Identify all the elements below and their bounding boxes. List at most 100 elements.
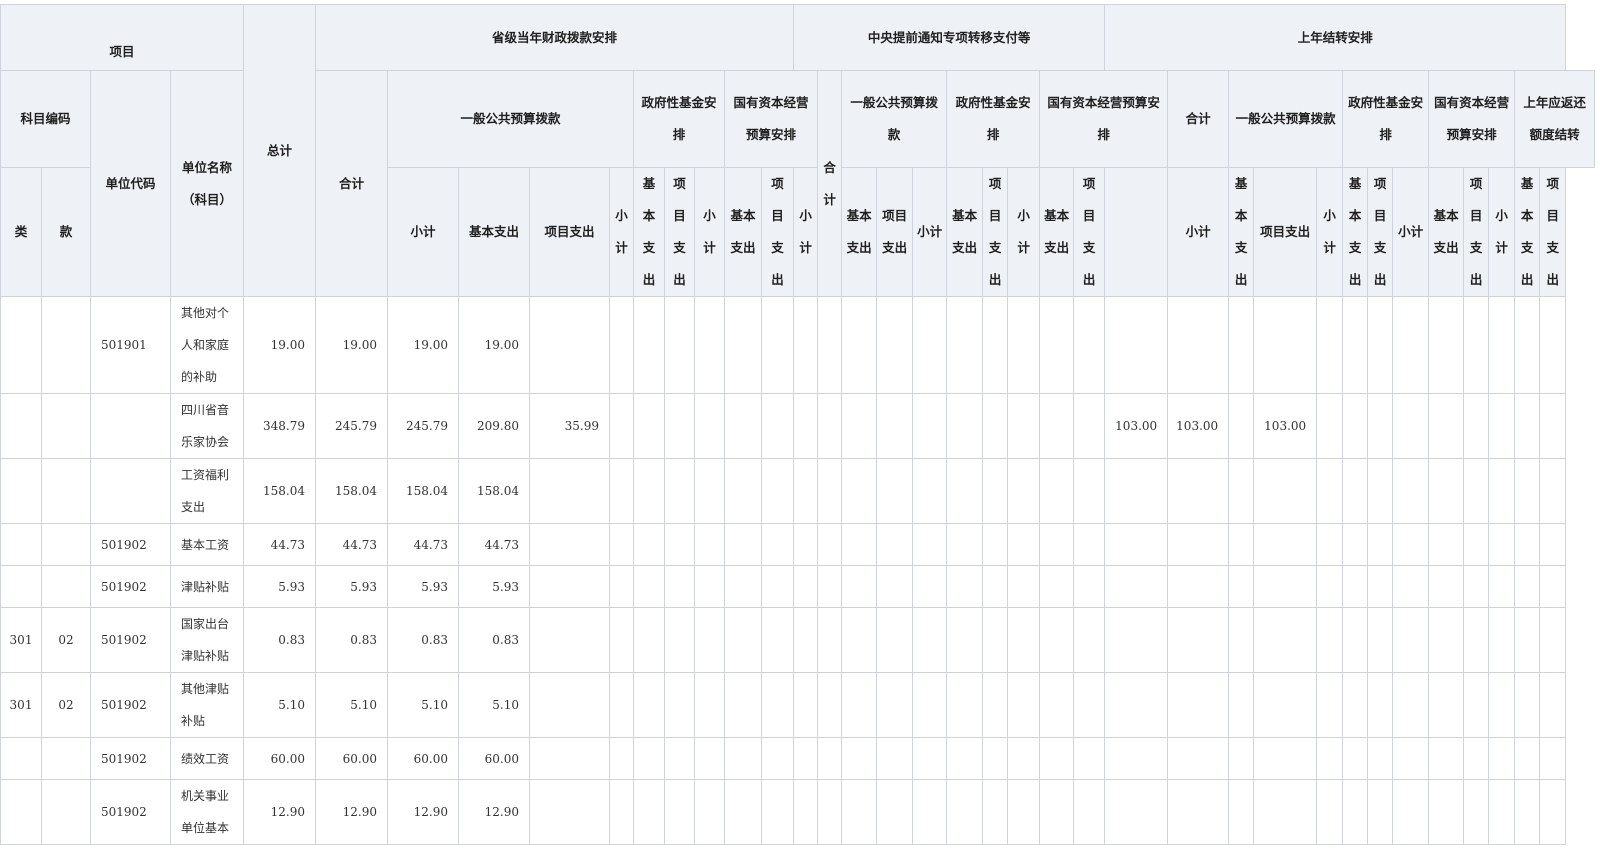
- empty-cell: [793, 458, 819, 524]
- empty-cell: [1488, 779, 1516, 845]
- central-gf-basic-header: 基本支出: [946, 167, 984, 297]
- empty-cell: [1463, 737, 1490, 780]
- empty-cell: [1488, 458, 1516, 524]
- empty-cell: [1539, 458, 1567, 524]
- unit-name-cell: 津贴补贴: [169, 565, 245, 608]
- empty-cell: [817, 779, 843, 845]
- empty-cell: [1073, 565, 1106, 608]
- provincial-heji-header: 合计: [315, 70, 389, 297]
- empty-cell: [1488, 672, 1516, 738]
- heji-cell: 60.00: [315, 737, 389, 780]
- empty-cell: [1514, 672, 1541, 738]
- empty-cell: [1428, 672, 1465, 738]
- heji-cell: 245.79: [315, 393, 389, 459]
- empty-cell: [1514, 779, 1541, 845]
- empty-cell: [841, 737, 878, 780]
- empty-cell: [1007, 458, 1041, 524]
- empty-cell: [1392, 458, 1430, 524]
- empty-cell: [1392, 672, 1430, 738]
- empty-cell: [982, 296, 1009, 394]
- empty-cell: [1514, 523, 1541, 566]
- carryover-basic-cell: [1228, 779, 1255, 845]
- central-gp-basic-header: 基本支出: [841, 167, 878, 297]
- item-cell: 02: [41, 672, 91, 738]
- empty-cell: [1073, 296, 1106, 394]
- empty-cell: [694, 296, 726, 394]
- empty-cell: [664, 607, 696, 673]
- empty-cell: [1039, 523, 1075, 566]
- empty-cell: [1342, 393, 1369, 459]
- empty-cell: [946, 737, 984, 780]
- empty-cell: [1514, 737, 1541, 780]
- carryover-subtotal-cell: [1167, 779, 1230, 845]
- carryover-gp-subtotal-header: 小计: [1167, 167, 1230, 297]
- empty-cell: [1073, 737, 1106, 780]
- item-cell: [41, 779, 91, 845]
- item-cell: 02: [41, 607, 91, 673]
- empty-cell: [1428, 565, 1465, 608]
- provincial-group-header: 省级当年财政拨款安排: [315, 4, 795, 71]
- empty-cell: [633, 737, 666, 780]
- carryover-basic-cell: [1228, 296, 1255, 394]
- empty-cell: [1539, 737, 1567, 780]
- heji-cell: 44.73: [315, 523, 389, 566]
- unit-name-header: 单位名称（科目）: [169, 70, 245, 297]
- empty-cell: [1539, 523, 1567, 566]
- empty-cell: [1392, 607, 1430, 673]
- carryover-project-cell: [1253, 779, 1318, 845]
- heji-cell: 5.93: [315, 565, 389, 608]
- empty-cell: [1316, 565, 1344, 608]
- empty-cell: [1488, 393, 1516, 459]
- empty-cell: [946, 607, 984, 673]
- empty-cell: [982, 393, 1009, 459]
- empty-cell: [664, 393, 696, 459]
- empty-cell: [1073, 458, 1106, 524]
- empty-cell: [724, 523, 763, 566]
- carryover-heji-cell: 103.00: [1104, 393, 1169, 459]
- empty-cell: [1488, 523, 1516, 566]
- carryover-gp-project-header: 项目支出: [1253, 167, 1318, 297]
- empty-cell: [912, 607, 948, 673]
- empty-cell: [724, 607, 763, 673]
- table-body: 501901 其他对个人和家庭的补助 19.00 19.00 19.00 19.00 四川省…: [0, 296, 1595, 845]
- carryover-basic-cell: [1228, 565, 1255, 608]
- empty-cell: [1367, 523, 1394, 566]
- central-heji-header: 合计: [817, 70, 843, 297]
- carryover-subtotal-cell: [1167, 458, 1230, 524]
- empty-cell: [1073, 607, 1106, 673]
- empty-cell: [1007, 737, 1041, 780]
- empty-cell: [841, 607, 878, 673]
- table-row: 四川省音乐家协会 348.79 245.79 245.79 209.80 35.99 103…: [0, 393, 1595, 459]
- empty-cell: [1463, 565, 1490, 608]
- empty-cell: [817, 565, 843, 608]
- state-capital-basic-header: 基本支出: [724, 167, 763, 297]
- carryover-subtotal-cell: [1167, 737, 1230, 780]
- empty-cell: [609, 565, 635, 608]
- empty-cell: [724, 737, 763, 780]
- subtotal-cell: 44.73: [387, 523, 460, 566]
- carryover-project-cell: [1253, 565, 1318, 608]
- empty-cell: [793, 296, 819, 394]
- empty-cell: [1488, 607, 1516, 673]
- carryover-subtotal-cell: [1167, 296, 1230, 394]
- empty-cell: [724, 779, 763, 845]
- empty-cell: [1463, 393, 1490, 459]
- carryover-repay-header: 上年应返还额度结转: [1514, 70, 1595, 168]
- empty-cell: [1316, 737, 1344, 780]
- empty-cell: [876, 565, 914, 608]
- unit-code-cell: [90, 458, 171, 524]
- empty-cell: [982, 565, 1009, 608]
- empty-cell: [1039, 296, 1075, 394]
- empty-cell: [912, 296, 948, 394]
- carryover-project-cell: [1253, 523, 1318, 566]
- unit-name-cell: 国家出台津贴补贴: [169, 607, 245, 673]
- empty-cell: [1428, 737, 1465, 780]
- empty-cell: [1428, 296, 1465, 394]
- category-cell: [0, 296, 42, 394]
- empty-cell: [664, 458, 696, 524]
- gov-fund-subtotal-header: 小计: [609, 167, 635, 297]
- carryover-heji-blank: [1104, 167, 1169, 297]
- empty-cell: [793, 779, 819, 845]
- empty-cell: [841, 296, 878, 394]
- empty-cell: [694, 737, 726, 780]
